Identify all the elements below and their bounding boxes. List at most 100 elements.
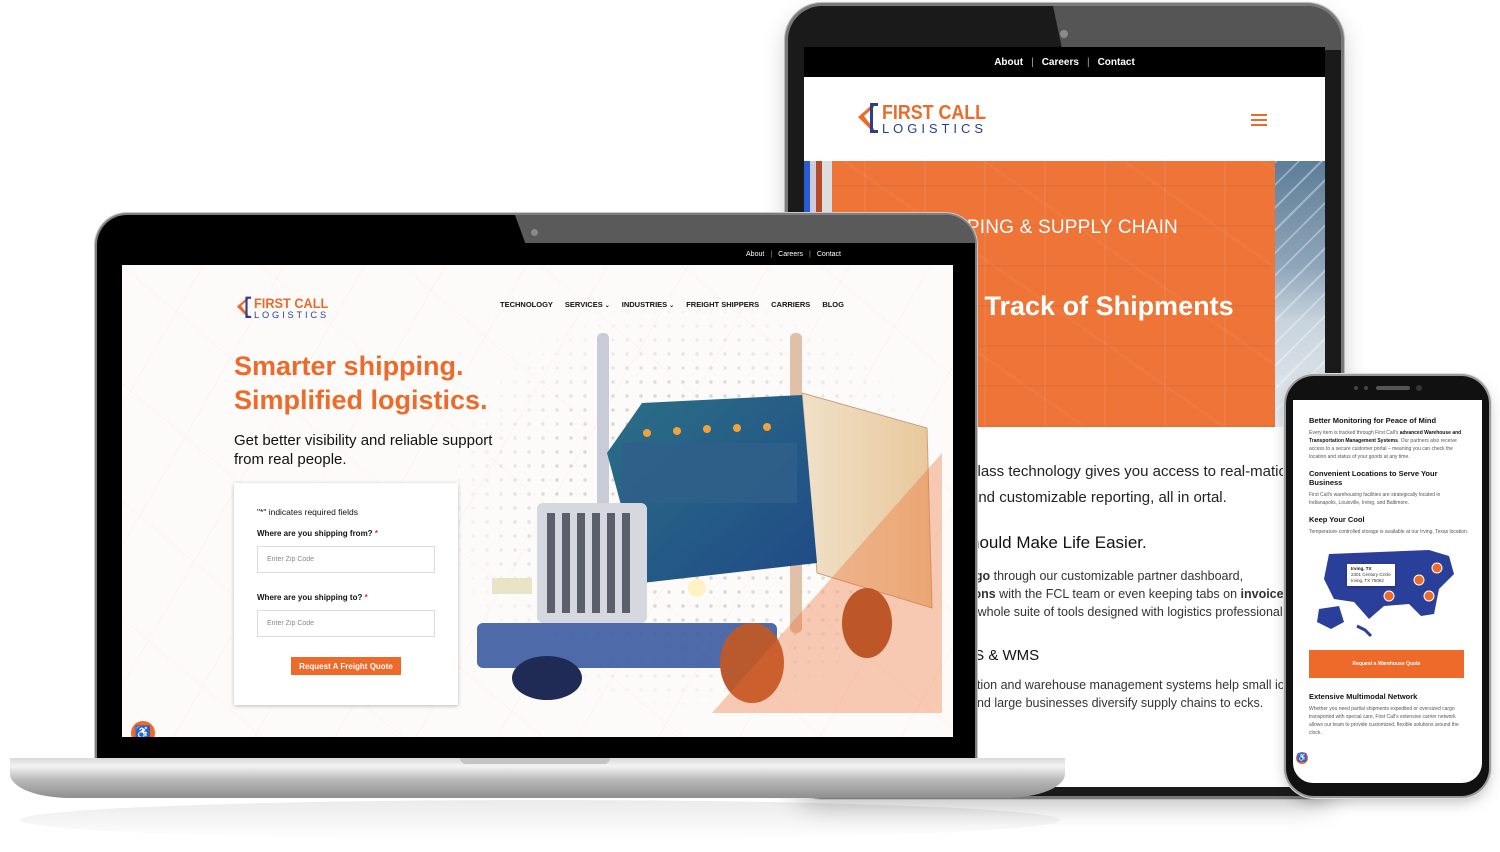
phone-screen: Better Monitoring for Peace of Mind Ever…: [1293, 400, 1482, 783]
hero-title: Smarter shipping. Simplified logistics.: [234, 349, 488, 417]
logo-text-bottom: LOGISTICS: [254, 310, 328, 320]
section-text: Every item is tracked through First Call…: [1309, 429, 1469, 461]
subsection-paragraph: ation and warehouse management systems h…: [970, 678, 1298, 710]
section-heading: hould Make Life Easier.: [970, 533, 1147, 552]
section-heading: Extensive Multimodal Network: [1309, 692, 1418, 701]
location-pin[interactable]: [1413, 574, 1425, 586]
bold-text: invoice: [1240, 587, 1284, 601]
truck-image: [477, 333, 942, 713]
to-zip-input[interactable]: [257, 610, 435, 637]
nav-label: SERVICES: [564, 300, 603, 309]
hamburger-menu-icon[interactable]: [1251, 114, 1267, 126]
separator: |: [770, 250, 773, 258]
chevron-down-icon: ⌄: [669, 303, 675, 309]
nav-label: FREIGHT SHIPPERS: [686, 300, 760, 309]
hero-eyebrow: PPING & SUPPLY CHAIN: [954, 217, 1178, 238]
accessibility-icon[interactable]: ♿: [1296, 752, 1308, 764]
separator: |: [1031, 56, 1034, 68]
phone-sensor: [1364, 386, 1368, 390]
section-heading: Convenient Locations to Serve Your Busin…: [1309, 469, 1438, 487]
phone-content: Better Monitoring for Peace of Mind Ever…: [1309, 416, 1469, 745]
utility-link-contact[interactable]: Contact: [817, 251, 841, 258]
nav-label: BLOG: [822, 300, 844, 309]
location-pin[interactable]: [1423, 590, 1435, 602]
intro-paragraph: class technology gives you access to rea…: [970, 463, 1296, 506]
laptop-screen: About | Careers | Contact FIRST CALL LOG…: [122, 243, 953, 737]
text: Every item is tracked through First Call…: [1309, 430, 1400, 436]
required-fields-note: "*" indicates required fields: [257, 507, 359, 517]
to-label: Where are you shipping to? *: [257, 593, 368, 602]
nav-item-carriers[interactable]: CARRIERS: [771, 300, 810, 309]
nav-item-industries[interactable]: INDUSTRIES ⌄: [622, 300, 674, 309]
headlight: [688, 579, 706, 597]
tablet-header: FIRST CALL LOGISTICS: [804, 77, 1325, 161]
laptop-camera: [531, 229, 538, 236]
nav-item-services[interactable]: SERVICES ⌄: [565, 300, 610, 309]
logo-text-bottom: LOGISTICS: [882, 121, 986, 136]
text: r whole suite of tools designed with log…: [970, 605, 1289, 619]
laptop-notch: [460, 758, 610, 764]
laptop-base: [10, 758, 1065, 798]
nav-label: INDUSTRIES: [621, 300, 668, 309]
separator: |: [809, 250, 811, 258]
tooltip-line: Irving, TX 75062: [1351, 578, 1384, 583]
label-text: Where are you shipping from?: [257, 529, 373, 538]
phone-camera: [1416, 385, 1422, 391]
text: with the FCL team or even keeping tabs o…: [995, 587, 1241, 601]
hero-title-line: Simplified logistics.: [234, 385, 488, 415]
request-warehouse-quote-button[interactable]: Request a Warehouse Quote: [1309, 650, 1464, 678]
logo[interactable]: FIRST CALL LOGISTICS: [234, 293, 334, 328]
request-freight-quote-button[interactable]: Request A Freight Quote: [291, 657, 401, 675]
hero-title: e Track of Shipments: [962, 291, 1234, 321]
section-heading: Keep Your Cool: [1309, 515, 1365, 524]
nav-item-blog[interactable]: BLOG: [822, 300, 844, 309]
us-map-image: [1317, 550, 1454, 638]
section-heading: Better Monitoring for Peace of Mind: [1309, 416, 1437, 425]
logo[interactable]: FIRST CALL LOGISTICS: [854, 99, 994, 144]
phone-sensor: [1354, 386, 1358, 390]
utility-link-contact[interactable]: Contact: [1098, 57, 1135, 68]
laptop-utility-nav: About | Careers | Contact: [122, 243, 953, 265]
laptop-reflection: [20, 800, 1060, 840]
utility-link-careers[interactable]: Careers: [1042, 57, 1079, 68]
from-label: Where are you shipping from? *: [257, 529, 378, 538]
tablet-camera: [1060, 30, 1068, 38]
hawaii: [1356, 624, 1373, 638]
label-text: Where are you shipping to?: [257, 593, 363, 602]
laptop-glare: [515, 215, 975, 243]
section-paragraph: rgo through our customizable partner das…: [970, 567, 1320, 621]
laptop-device-frame: About | Careers | Contact FIRST CALL LOG…: [97, 215, 975, 763]
tablet-utility-nav: About | Careers | Contact: [804, 47, 1325, 77]
map-tooltip: Irving, TX 2301 Century Circle Irving, T…: [1347, 564, 1395, 586]
section-text: Temperature-controlled storage is availa…: [1309, 529, 1469, 535]
chevron-down-icon: ⌄: [604, 303, 610, 309]
exhaust-stack: [597, 333, 609, 523]
nav-label: CARRIERS: [771, 300, 811, 309]
logo-mark-icon: FIRST CALL LOGISTICS: [236, 296, 329, 320]
required-marker: *: [374, 529, 378, 538]
headlight: [492, 578, 532, 594]
logo-mark-icon: FIRST CALL LOGISTICS: [858, 102, 986, 136]
separator: |: [1086, 56, 1090, 68]
section-text: First Call's warehousing facilities are …: [1309, 492, 1441, 506]
nav-item-technology[interactable]: TECHNOLOGY: [500, 300, 553, 309]
utility-link-about[interactable]: About: [746, 251, 764, 258]
tablet-body-content: class technology gives you access to rea…: [970, 459, 1320, 712]
tooltip-line: 2301 Century Circle: [1351, 572, 1391, 577]
tooltip-title: Irving, TX: [1351, 566, 1372, 571]
from-zip-input[interactable]: [257, 546, 435, 573]
text: through our customizable partner dashboa…: [990, 569, 1244, 583]
location-pin[interactable]: [1431, 562, 1443, 574]
location-pin[interactable]: [1383, 590, 1395, 602]
utility-link-about[interactable]: About: [994, 57, 1023, 68]
us-locations-map: Irving, TX 2301 Century Circle Irving, T…: [1309, 544, 1459, 640]
main-nav: TECHNOLOGY SERVICES ⌄ INDUSTRIES ⌄ FREIGHT…: [500, 300, 844, 309]
utility-link-careers[interactable]: Careers: [778, 251, 803, 258]
phone-device-frame: Better Monitoring for Peace of Mind Ever…: [1286, 376, 1489, 796]
required-marker: *: [364, 593, 368, 602]
windshield: [622, 443, 797, 503]
alaska: [1317, 606, 1344, 629]
hero-title-line: Smarter shipping.: [234, 351, 464, 381]
nav-item-freight-shippers[interactable]: FREIGHT SHIPPERS: [686, 300, 759, 309]
hero-subtitle: Get better visibility and reliable suppo…: [234, 432, 493, 468]
